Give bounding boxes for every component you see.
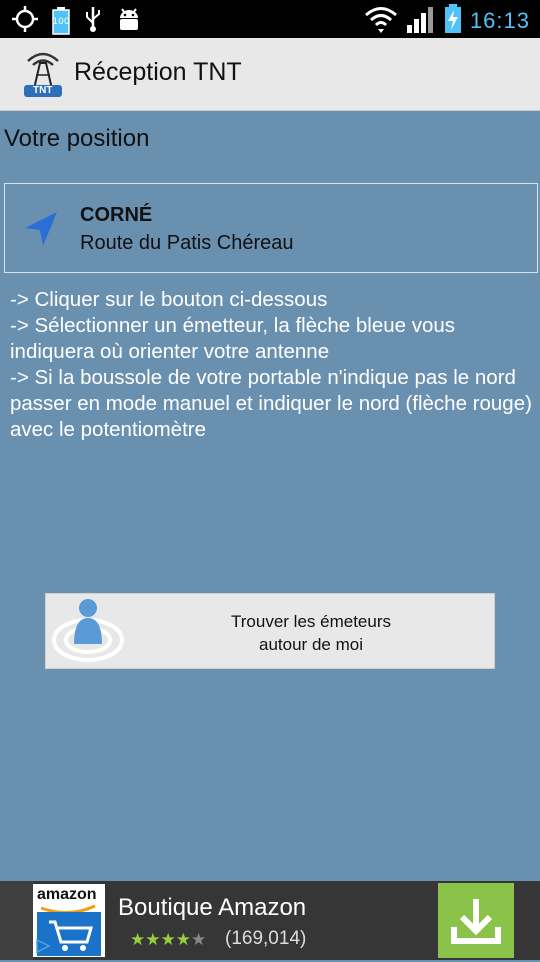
app-title: Réception TNT (74, 58, 242, 86)
location-card[interactable]: CORNÉ Route du Patis Chéreau (4, 183, 538, 273)
signal-icon (406, 5, 436, 37)
usb-icon (84, 5, 102, 37)
app-logo-icon[interactable]: TNT (18, 49, 68, 99)
ad-left-strip (0, 881, 33, 960)
ad-rating-stars: ★★★★★ (130, 930, 206, 950)
action-bar: TNT Réception TNT (0, 38, 540, 111)
battery-charging-icon (444, 4, 462, 38)
star-icon: ★ (175, 930, 191, 950)
person-radar-icon (50, 596, 126, 666)
find-button-label: Trouver les émeteurs autour de moi (176, 610, 446, 656)
ad-banner[interactable]: amazon Boutique Amazon ★★★★★ (169,014) (0, 881, 540, 960)
section-title: Votre position (4, 125, 150, 152)
location-street: Route du Patis Chéreau (80, 232, 294, 254)
find-button-line2: autour de moi (259, 635, 363, 654)
instruction-line: -> Sélectionner un émetteur, la flèche b… (10, 314, 461, 363)
navigation-arrow-icon (21, 208, 61, 248)
star-icon: ★ (130, 930, 146, 950)
download-button[interactable] (438, 883, 514, 958)
find-button-line1: Trouver les émeteurs (231, 612, 391, 631)
wifi-icon (364, 5, 398, 37)
star-empty-icon: ★ (191, 930, 207, 950)
instruction-line: -> Si la boussole de votre portable n'in… (10, 366, 538, 441)
star-icon: ★ (145, 930, 161, 950)
ad-info-icon[interactable] (35, 938, 51, 954)
battery-percent-label: 100 (52, 17, 70, 27)
instruction-line: -> Cliquer sur le bouton ci-dessous (10, 288, 328, 311)
battery-saver-icon: 100 (52, 7, 70, 35)
app-logo-text: TNT (33, 85, 53, 96)
clock: 16:13 (469, 8, 530, 33)
android-debug-icon (116, 6, 142, 36)
status-bar: 100 16:13 (0, 0, 540, 38)
star-icon: ★ (160, 930, 176, 950)
ad-rating-count: (169,014) (225, 928, 307, 949)
location-city: CORNÉ (80, 204, 153, 226)
ad-title: Boutique Amazon (118, 894, 307, 921)
instructions: -> Cliquer sur le bouton ci-dessous -> S… (10, 287, 538, 443)
gps-icon (12, 6, 38, 36)
find-transmitters-button[interactable]: Trouver les émeteurs autour de moi (45, 593, 495, 669)
download-icon (451, 899, 501, 944)
